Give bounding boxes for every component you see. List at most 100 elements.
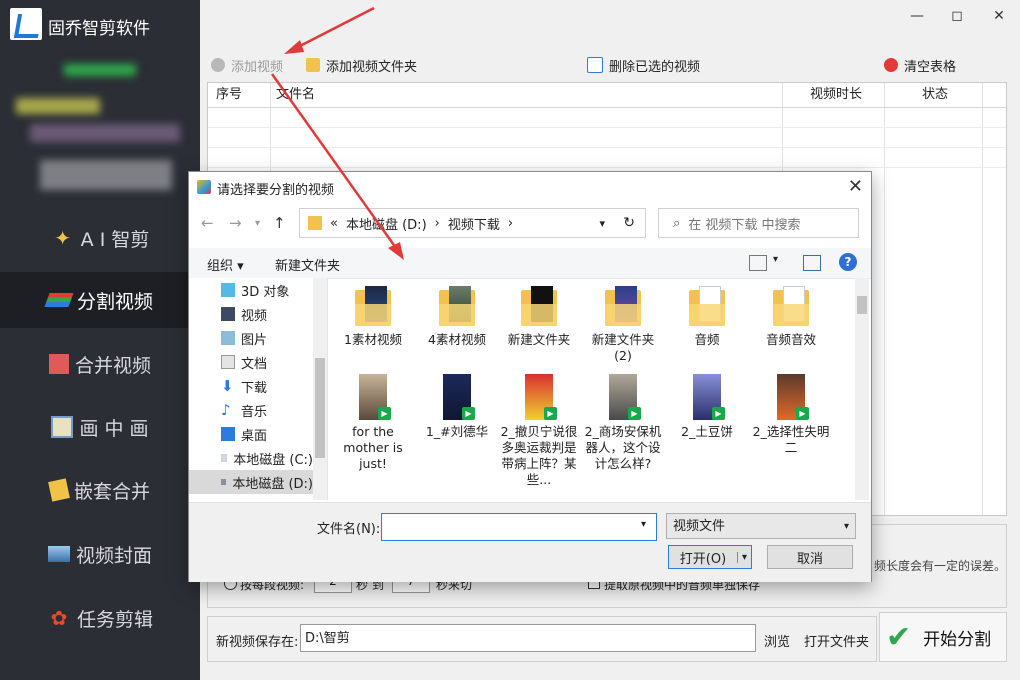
help-icon[interactable]: ? (839, 253, 857, 271)
blurred-user-info (64, 64, 136, 76)
downloads-icon: ⬇ (221, 377, 234, 395)
search-input[interactable]: 在 视频下载 中搜索 (688, 214, 800, 233)
folder-item[interactable]: 新建文件夹 (2) (581, 286, 665, 364)
folder-icon (605, 286, 641, 326)
breadcrumb-video-download[interactable]: 视频下载 (448, 214, 500, 233)
maximize-icon[interactable]: ◻ (946, 6, 968, 26)
view-dropdown-icon[interactable]: ▾ (773, 254, 778, 265)
add-video-folder-button[interactable]: 添加视频文件夹 (306, 54, 417, 76)
nav-item-videos[interactable]: 视频 (189, 302, 313, 326)
organize-menu[interactable]: 组织 ▾ (207, 255, 244, 274)
filetype-select[interactable]: 视频文件 ▾ (666, 513, 856, 539)
nav-scrollbar[interactable] (313, 278, 327, 500)
open-folder-button[interactable]: 打开文件夹 (804, 631, 869, 650)
videos-icon (221, 307, 235, 321)
filetype-dropdown-icon: ▾ (843, 521, 849, 532)
video-file-item[interactable]: ▶ 2_商场安保机器人，这个设计怎么样? (581, 374, 665, 472)
video-file-item[interactable]: ▶ for the mother is just! (331, 374, 415, 472)
sidebar-item-nested-merge[interactable]: 嵌套合并 (0, 462, 200, 518)
nav-item-drive-d[interactable]: 本地磁盘 (D:) (189, 470, 313, 494)
folder-item[interactable]: 1素材视频 (331, 286, 415, 348)
breadcrumb-drive-d[interactable]: 本地磁盘 (D:) (346, 214, 427, 233)
browse-button[interactable]: 浏览 (764, 631, 790, 650)
refresh-icon[interactable]: ↻ (623, 215, 635, 231)
breadcrumb-separator[interactable]: › (435, 216, 440, 231)
files-scrollbar[interactable] (855, 278, 869, 500)
drive-icon (221, 479, 227, 485)
filename-input[interactable] (381, 513, 657, 541)
video-file-item[interactable]: ▶ 2_撤贝宁说很多奥运裁判是带病上阵？某些... (497, 374, 581, 488)
back-arrow-icon[interactable]: ← (201, 214, 214, 232)
blurred-user-info (16, 98, 100, 114)
split-video-icon (44, 293, 74, 307)
folder-icon (689, 286, 725, 326)
open-button[interactable]: 打开(O) ▾ (668, 545, 752, 569)
video-file-item[interactable]: ▶ 2_土豆饼 (665, 374, 749, 440)
folder-item[interactable]: 4素材视频 (415, 286, 499, 348)
start-split-button[interactable]: ✔ 开始分割 (879, 612, 1007, 662)
new-folder-button[interactable]: 新建文件夹 (275, 255, 340, 274)
dialog-close-icon[interactable]: ✕ (848, 176, 863, 197)
folder-icon (355, 286, 391, 326)
sidebar: 固乔智剪软件 ✦ A I 智剪 分割视频 合并视频 画 中 画 嵌套合并 视频封… (0, 0, 200, 680)
breadcrumb-separator[interactable]: › (508, 216, 513, 231)
nav-item-drive-c[interactable]: 本地磁盘 (C:) (189, 446, 313, 470)
minimize-icon[interactable]: — (906, 6, 928, 26)
sidebar-item-label: A I 智剪 (80, 228, 150, 251)
save-path-input[interactable]: D:\智剪 (300, 624, 756, 652)
column-header-duration[interactable]: 视频时长 (810, 83, 862, 107)
address-bar[interactable]: « 本地磁盘 (D:) › 视频下载 › ▾ ↻ (299, 208, 646, 238)
pictures-icon (221, 331, 235, 345)
video-play-icon: ▶ (796, 407, 809, 420)
sidebar-item-merge-video[interactable]: 合并视频 (0, 336, 200, 392)
app-logo (10, 8, 42, 40)
column-header-filename[interactable]: 文件名 (276, 83, 315, 107)
add-video-button[interactable]: 添加视频 (211, 54, 283, 76)
folder-item[interactable]: 音频 (665, 286, 749, 348)
filename-dropdown-icon[interactable]: ▾ (641, 519, 646, 530)
nav-item-downloads[interactable]: ⬇ 下载 (189, 374, 313, 398)
sidebar-item-task-edit[interactable]: ✿ 任务剪辑 (0, 590, 200, 646)
documents-icon (221, 355, 235, 369)
video-cover-icon (47, 546, 70, 562)
view-options-icon[interactable] (749, 255, 767, 271)
cancel-button[interactable]: 取消 (767, 545, 853, 569)
nav-item-music[interactable]: ♪ 音乐 (189, 398, 313, 422)
video-thumbnail: ▶ (443, 374, 475, 420)
sidebar-item-ai-cut[interactable]: ✦ A I 智剪 (0, 210, 200, 266)
sidebar-item-split-video[interactable]: 分割视频 (0, 272, 200, 328)
address-dropdown-icon[interactable]: ▾ (599, 217, 605, 230)
delete-selected-button[interactable]: 删除已选的视频 (587, 54, 700, 76)
preview-pane-icon[interactable] (803, 255, 821, 271)
sidebar-item-picture-in-picture[interactable]: 画 中 画 (0, 399, 200, 455)
open-file-dialog: 请选择要分割的视频 ✕ ← → ▾ ↑ « 本地磁盘 (D:) › 视频下载 ›… (188, 171, 872, 582)
sidebar-item-video-cover[interactable]: 视频封面 (0, 526, 200, 582)
nav-scroll-thumb[interactable] (315, 358, 325, 458)
column-header-index[interactable]: 序号 (216, 83, 242, 107)
nav-item-documents[interactable]: 文档 (189, 350, 313, 374)
column-header-status[interactable]: 状态 (922, 83, 948, 107)
clear-table-button[interactable]: 清空表格 (884, 54, 956, 76)
forward-arrow-icon[interactable]: → (229, 214, 242, 232)
search-icon: ⌕ (673, 215, 681, 231)
merge-video-icon (48, 354, 69, 374)
video-file-item[interactable]: ▶ 1_#刘德华 (415, 374, 499, 440)
folder-item[interactable]: 音频音效 (749, 286, 833, 348)
nav-item-desktop[interactable]: 桌面 (189, 422, 313, 446)
video-file-item[interactable]: ▶ 2_选择性失明二 (749, 374, 833, 456)
folder-item[interactable]: 新建文件夹 (497, 286, 581, 348)
folder-icon (773, 286, 809, 326)
search-box[interactable]: ⌕ 在 视频下载 中搜索 (658, 208, 859, 238)
blurred-user-info (40, 160, 172, 190)
recent-chevron-icon[interactable]: ▾ (255, 218, 260, 229)
nav-item-3d-objects[interactable]: 3D 对象 (189, 278, 313, 302)
breadcrumb-overflow[interactable]: « (330, 216, 338, 231)
files-scroll-thumb[interactable] (857, 296, 867, 314)
drive-icon (221, 454, 228, 462)
close-icon[interactable]: ✕ (988, 6, 1010, 26)
video-play-icon: ▶ (712, 407, 725, 420)
up-arrow-icon[interactable]: ↑ (273, 214, 286, 232)
music-icon: ♪ (221, 401, 231, 419)
nav-item-pictures[interactable]: 图片 (189, 326, 313, 350)
filename-label: 文件名(N): (317, 522, 381, 537)
